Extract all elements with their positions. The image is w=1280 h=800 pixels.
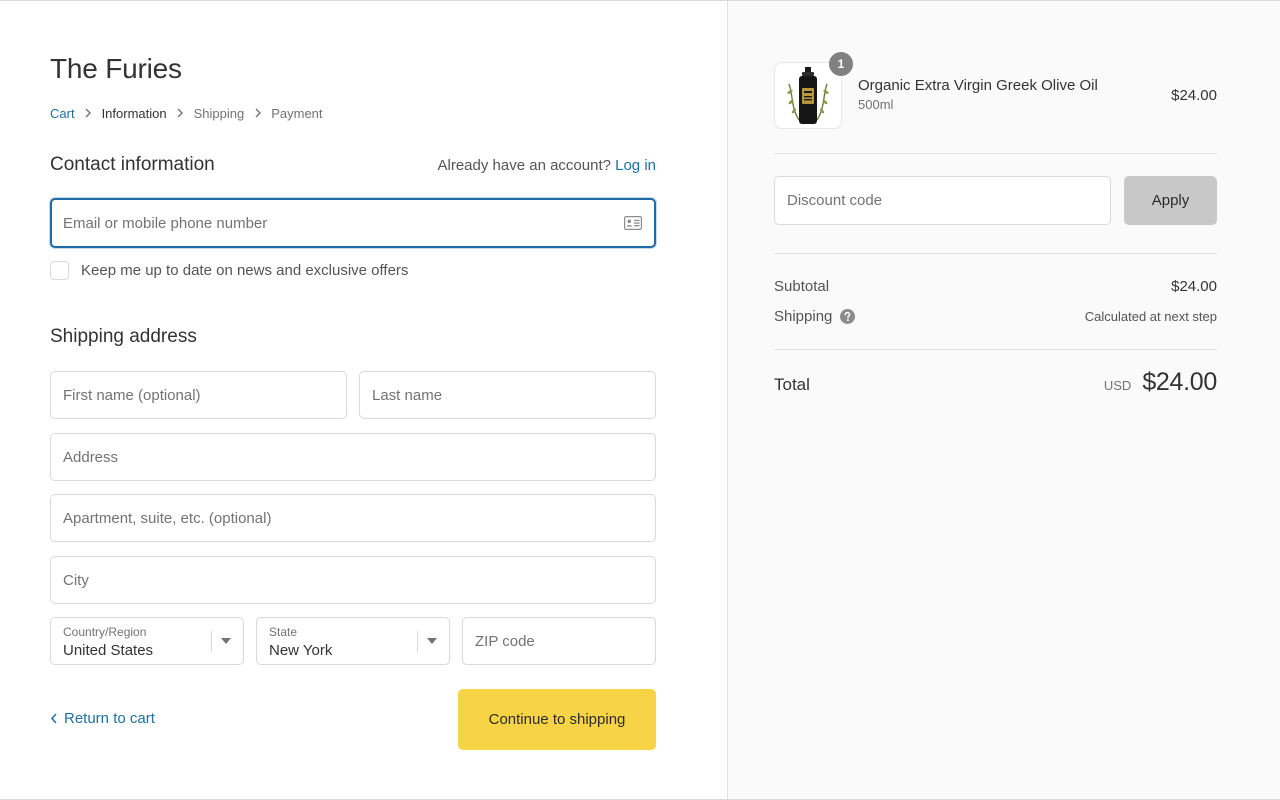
apply-discount-button[interactable]: Apply <box>1124 176 1217 225</box>
contact-card-icon <box>624 216 642 230</box>
login-link[interactable]: Log in <box>615 157 656 174</box>
return-to-cart-link[interactable]: Return to cart <box>50 710 155 727</box>
discount-code-field[interactable]: Discount code <box>774 176 1111 225</box>
city-field[interactable]: City <box>50 556 656 604</box>
question-circle-icon[interactable] <box>840 309 856 324</box>
subtotal-label: Subtotal <box>774 278 830 295</box>
subtotal-value: $24.00 <box>1171 278 1217 295</box>
breadcrumb-payment: Payment <box>271 105 323 121</box>
caret-down-icon <box>427 638 437 644</box>
chevron-right-icon <box>244 108 271 118</box>
breadcrumb-information: Information <box>101 105 167 121</box>
breadcrumb-shipping: Shipping <box>193 105 245 121</box>
divider <box>774 153 1217 154</box>
product-price: $24.00 <box>1171 87 1217 104</box>
newsletter-option: Keep me up to date on news and exclusive… <box>50 261 408 280</box>
chevron-right-icon <box>75 108 102 118</box>
discount-code-placeholder: Discount code <box>787 192 883 209</box>
first-name-placeholder: First name (optional) <box>63 386 201 404</box>
email-placeholder: Email or mobile phone number <box>63 214 268 232</box>
state-select[interactable]: State New York <box>256 617 450 665</box>
shipping-cost-label-text: Shipping <box>774 308 833 325</box>
first-name-field[interactable]: First name (optional) <box>50 371 347 419</box>
apartment-placeholder: Apartment, suite, etc. (optional) <box>63 509 272 527</box>
return-to-cart-label: Return to cart <box>64 710 155 727</box>
select-divider <box>417 631 418 652</box>
total-value: USD $24.00 <box>1104 368 1217 397</box>
country-select-value: United States <box>63 642 154 659</box>
contact-information-heading: Contact information <box>50 154 215 175</box>
checkout-main: The Furies Cart Information Shipping Pay… <box>0 1 727 799</box>
shop-title: The Furies <box>50 53 182 84</box>
state-select-value: New York <box>269 642 333 659</box>
order-summary: 1 Organic Extra Virgin Greek Olive Oil 5… <box>727 1 1280 799</box>
chevron-left-icon <box>50 713 57 724</box>
product-name: Organic Extra Virgin Greek Olive Oil <box>858 77 1098 94</box>
state-select-label: State <box>269 625 298 639</box>
chevron-right-icon <box>167 108 194 118</box>
last-name-field[interactable]: Last name <box>359 371 656 419</box>
shipping-cost-value: Calculated at next step <box>1084 309 1217 324</box>
continue-to-shipping-button[interactable]: Continue to shipping <box>458 689 656 750</box>
breadcrumb-cart[interactable]: Cart <box>50 106 75 121</box>
quantity-badge: 1 <box>829 52 853 76</box>
account-prompt-text: Already have an account? <box>437 157 611 174</box>
product-variant: 500ml <box>858 97 894 112</box>
country-select[interactable]: Country/Region United States <box>50 617 244 665</box>
total-label: Total <box>774 375 810 394</box>
olive-oil-bottle-image <box>787 67 829 124</box>
currency-code: USD <box>1103 378 1132 393</box>
address-field[interactable]: Address <box>50 433 656 481</box>
shipping-address-heading: Shipping address <box>50 326 197 347</box>
last-name-placeholder: Last name <box>372 386 443 404</box>
country-select-label: Country/Region <box>63 625 147 639</box>
address-placeholder: Address <box>63 448 119 466</box>
product-thumbnail: 1 <box>774 52 853 129</box>
newsletter-checkbox[interactable] <box>50 261 69 280</box>
divider <box>774 253 1217 254</box>
apartment-field[interactable]: Apartment, suite, etc. (optional) <box>50 494 656 542</box>
zip-code-placeholder: ZIP code <box>475 632 535 650</box>
total-amount: $24.00 <box>1142 368 1217 396</box>
email-field[interactable]: Email or mobile phone number <box>50 198 656 248</box>
shipping-cost-label: Shipping <box>774 308 856 325</box>
city-placeholder: City <box>63 571 89 589</box>
breadcrumb: Cart Information Shipping Payment <box>50 104 323 122</box>
account-prompt: Already have an account? Log in <box>438 157 657 174</box>
select-divider <box>211 631 212 652</box>
caret-down-icon <box>221 638 231 644</box>
newsletter-label[interactable]: Keep me up to date on news and exclusive… <box>81 262 408 279</box>
divider <box>774 349 1217 350</box>
zip-code-field[interactable]: ZIP code <box>462 617 656 665</box>
